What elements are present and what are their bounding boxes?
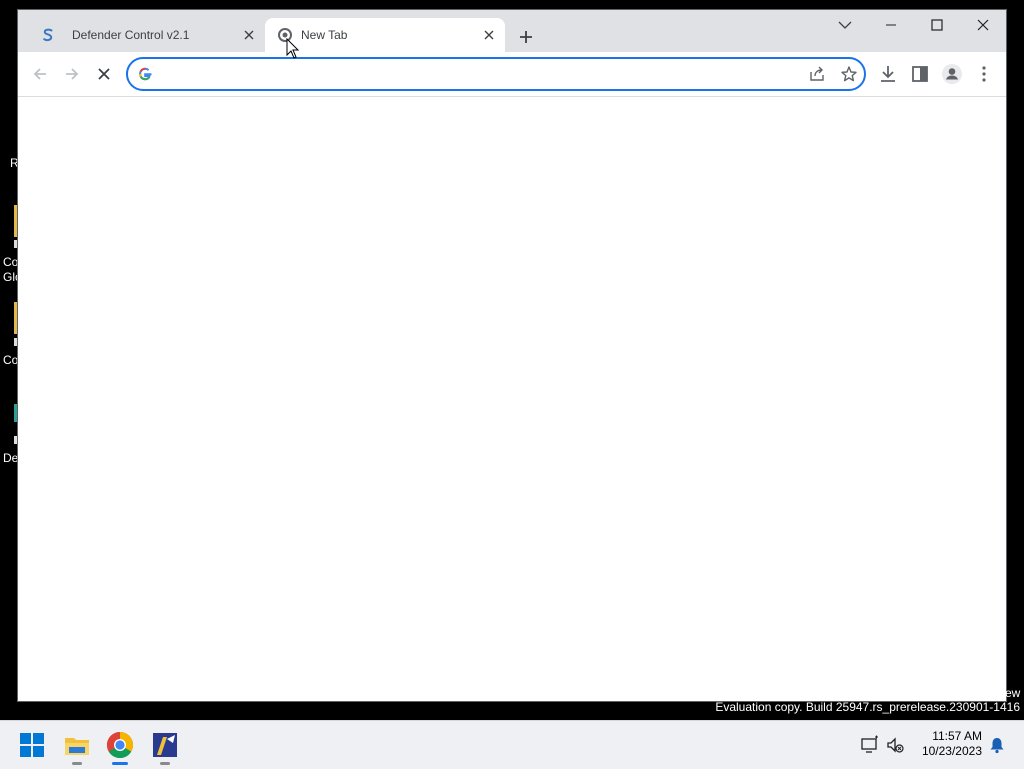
- clock-date: 10/23/2023: [921, 744, 982, 758]
- address-bar[interactable]: [126, 57, 866, 91]
- notification-bell-icon[interactable]: [987, 735, 1007, 755]
- defender-control-app-icon[interactable]: [149, 729, 181, 761]
- tab-defender-control[interactable]: Defender Control v2.1: [28, 18, 265, 52]
- tab-strip: Defender Control v2.1 New Tab: [18, 10, 1006, 52]
- browser-toolbar: [18, 52, 1006, 97]
- tab-title: Defender Control v2.1: [72, 28, 190, 42]
- volume-muted-icon[interactable]: [885, 735, 905, 755]
- desktop-label: Co: [3, 255, 19, 269]
- forward-arrow-icon[interactable]: [60, 62, 84, 86]
- menu-kebab-icon[interactable]: [972, 62, 996, 86]
- profile-avatar-icon[interactable]: [940, 62, 964, 86]
- mouse-cursor-icon: [286, 38, 300, 59]
- taskbar: 11:57 AM 10/23/2023: [0, 720, 1024, 769]
- evaluation-watermark: Evaluation copy. Build 25947.rs_prerelea…: [715, 700, 1020, 714]
- close-icon[interactable]: [241, 27, 257, 43]
- defender-favicon-icon: [43, 28, 53, 42]
- watermark-fragment: ew: [1005, 686, 1021, 700]
- stop-loading-icon[interactable]: [92, 62, 116, 86]
- tab-search-chevron-icon[interactable]: [822, 10, 868, 42]
- minimize-icon[interactable]: [868, 10, 914, 42]
- window-close-icon[interactable]: [960, 10, 1006, 42]
- back-arrow-icon[interactable]: [28, 62, 52, 86]
- maximize-icon[interactable]: [914, 10, 960, 42]
- tab-new-tab[interactable]: New Tab: [265, 18, 505, 52]
- active-app-indicator: [112, 762, 128, 765]
- new-tab-plus-icon[interactable]: [515, 26, 537, 48]
- clock-time: 11:57 AM: [932, 729, 982, 743]
- bookmark-star-icon[interactable]: [840, 65, 858, 83]
- google-g-icon: [139, 67, 152, 81]
- app-indicator: [160, 762, 170, 765]
- system-clock[interactable]: 11:57 AM 10/23/2023: [908, 729, 982, 759]
- page-content: [18, 97, 1006, 701]
- share-icon[interactable]: [808, 65, 826, 83]
- desktop-label: De: [3, 451, 19, 465]
- address-input[interactable]: [164, 64, 768, 86]
- app-indicator: [72, 762, 82, 765]
- network-monitor-icon[interactable]: [860, 735, 880, 755]
- chrome-icon[interactable]: [104, 729, 136, 761]
- download-icon[interactable]: [876, 62, 900, 86]
- desktop-label: Co: [3, 353, 19, 367]
- side-panel-icon[interactable]: [908, 62, 932, 86]
- file-explorer-icon[interactable]: [61, 729, 93, 761]
- start-windows-icon[interactable]: [16, 729, 48, 761]
- close-icon[interactable]: [481, 27, 497, 43]
- tab-title: New Tab: [301, 28, 348, 42]
- browser-window: Defender Control v2.1 New Tab: [18, 10, 1006, 701]
